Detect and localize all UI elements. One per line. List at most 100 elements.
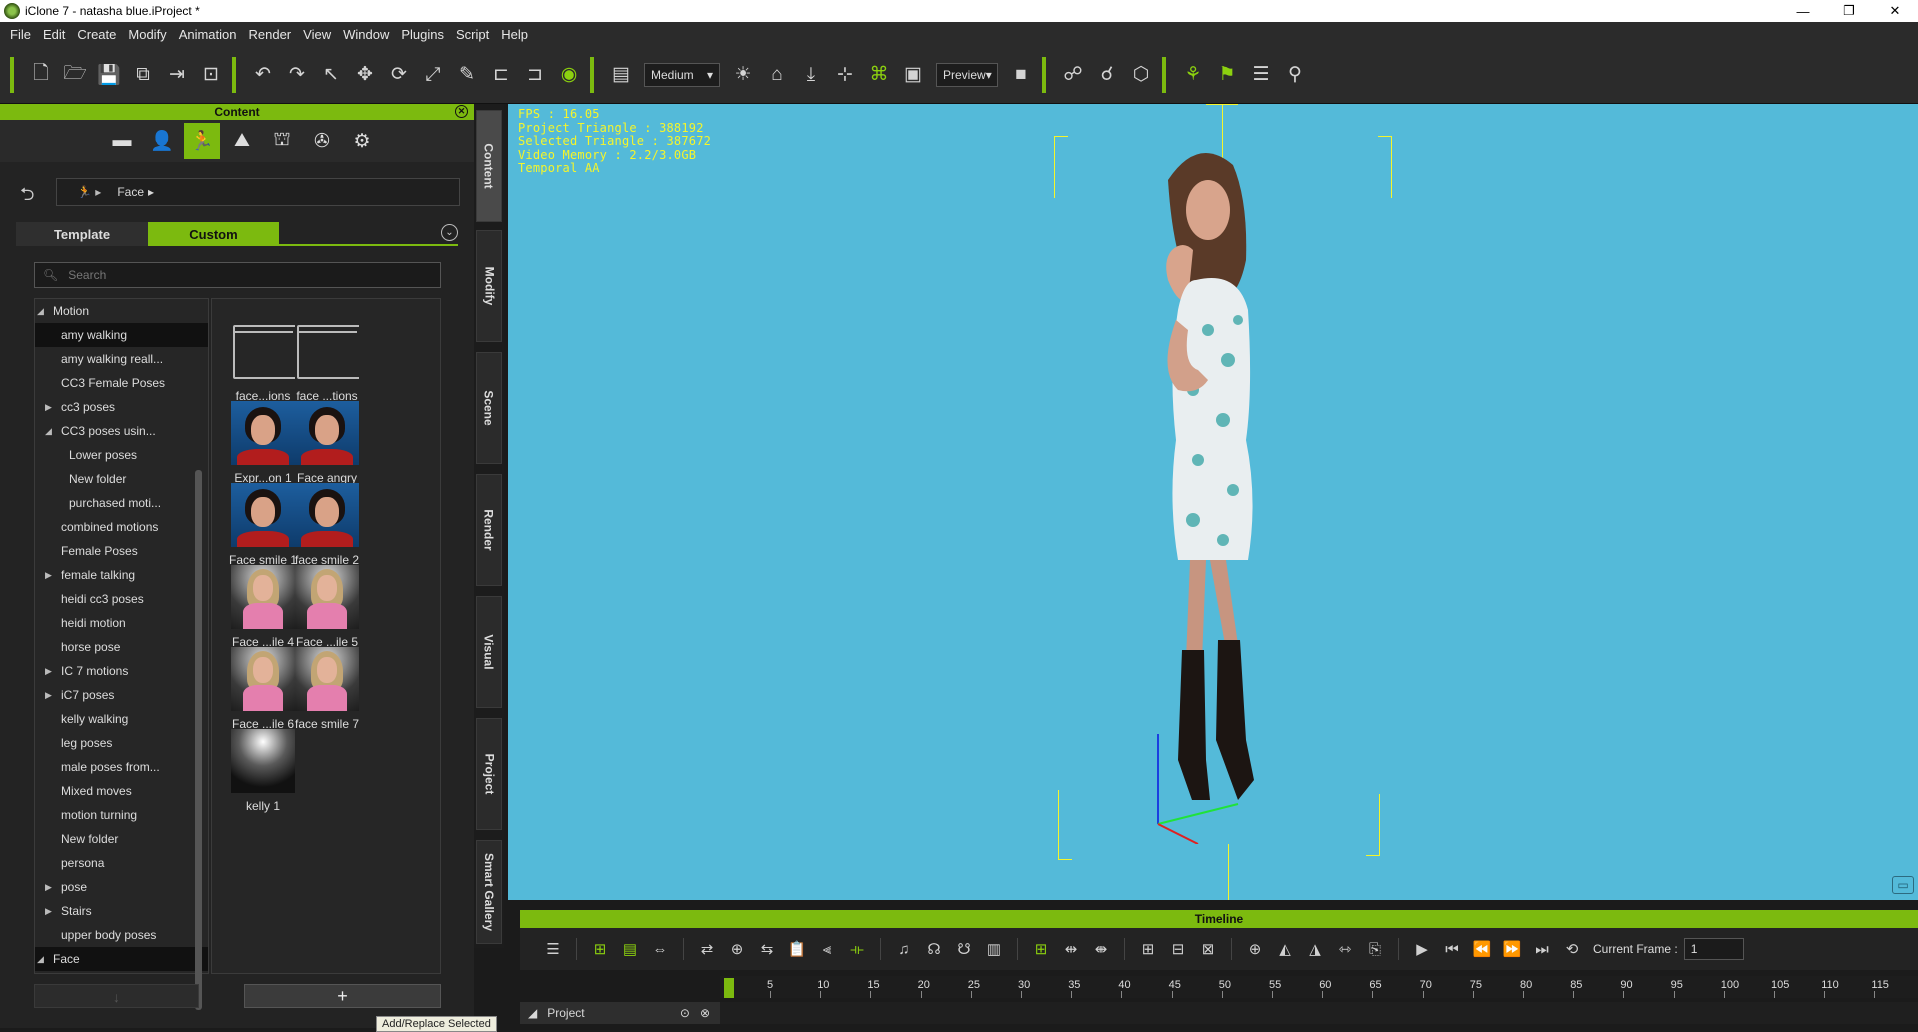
scale-icon[interactable]: ⤢ xyxy=(416,58,450,92)
home-camera-icon[interactable]: ⌂ xyxy=(760,58,794,92)
side-tab-modify[interactable]: Modify xyxy=(476,230,502,342)
track-close-icon[interactable]: ⊗ xyxy=(700,1006,710,1020)
current-frame-input[interactable]: 1 xyxy=(1683,938,1744,960)
tree-item[interactable]: purchased moti... xyxy=(35,491,208,515)
comment-icon[interactable]: ▭ xyxy=(1892,876,1914,894)
tree-item[interactable]: ▶ pose xyxy=(35,875,208,899)
go-start-icon[interactable]: ⏮ xyxy=(1437,934,1467,964)
tree-item[interactable]: kelly walking xyxy=(35,707,208,731)
expanded-triangle-icon[interactable]: ◢ xyxy=(45,419,52,443)
back-arrow-icon[interactable]: ⮌ xyxy=(20,182,34,212)
menu-help[interactable]: Help xyxy=(495,27,534,42)
motion-root-icon[interactable]: 🏃 ▸ xyxy=(77,185,101,199)
redo-icon[interactable]: ↷ xyxy=(280,58,314,92)
key-icon[interactable]: ▤ xyxy=(615,934,645,964)
tree-item[interactable]: heidi cc3 poses xyxy=(35,587,208,611)
delete-frame-icon[interactable]: ⊟ xyxy=(1163,934,1193,964)
mirror-right-icon[interactable]: ◮ xyxy=(1300,934,1330,964)
tree-item[interactable]: ◢ Motion xyxy=(35,299,208,323)
media-icon[interactable]: ✇ xyxy=(304,123,340,159)
rotate-icon[interactable]: ⟳ xyxy=(382,58,416,92)
export-icon[interactable]: ⇥ xyxy=(160,58,194,92)
clip-icon[interactable]: ⊞ xyxy=(585,934,615,964)
tree-item[interactable]: amy walking xyxy=(35,323,208,347)
breadcrumb-face[interactable]: Face xyxy=(117,185,144,199)
sync-icon[interactable]: ⟛ xyxy=(842,934,872,964)
stretch-icon[interactable]: ⇹ xyxy=(1056,934,1086,964)
content-item[interactable]: kelly 1 xyxy=(226,729,300,813)
visibility-eye-icon[interactable]: ◉ xyxy=(552,58,586,92)
menu-animation[interactable]: Animation xyxy=(173,27,243,42)
collapse-triangle-icon[interactable]: ◢ xyxy=(528,1006,537,1020)
clipboard-icon[interactable]: 📋 xyxy=(782,934,812,964)
tab-template[interactable]: Template xyxy=(16,222,148,246)
tab-custom[interactable]: Custom xyxy=(148,222,279,246)
pick-parent-icon[interactable]: ✎ xyxy=(450,58,484,92)
fit-timeline-icon[interactable]: ⇿ xyxy=(1330,934,1360,964)
expanded-triangle-icon[interactable]: ◢ xyxy=(37,947,44,971)
tree-item[interactable]: ▶ IC 7 motions xyxy=(35,659,208,683)
menu-modify[interactable]: Modify xyxy=(122,27,172,42)
usd-export-icon[interactable]: ⊡ xyxy=(194,58,228,92)
side-tab-visual[interactable]: Visual xyxy=(476,596,502,708)
undo-icon[interactable]: ↶ xyxy=(246,58,280,92)
add-key-icon[interactable]: ⊕ xyxy=(722,934,752,964)
tree-item[interactable]: heidi motion xyxy=(35,611,208,635)
ik-icon[interactable]: ⌘ xyxy=(862,58,896,92)
motion-layer-icon[interactable]: ⚘ xyxy=(1176,58,1210,92)
drop-to-floor-icon[interactable]: ⤓ xyxy=(794,58,828,92)
frame-selected-icon[interactable]: ⊹ xyxy=(828,58,862,92)
edit-motion-icon[interactable]: ☰ xyxy=(1244,58,1278,92)
tree-item[interactable]: Mixed moves xyxy=(35,779,208,803)
render-mode-dropdown[interactable]: Preview ▾ xyxy=(936,62,998,87)
transform-gizmo[interactable] xyxy=(1148,704,1268,844)
menu-view[interactable]: View xyxy=(297,27,337,42)
select-arrow-icon[interactable]: ↖ xyxy=(314,58,348,92)
tree-item[interactable]: ◢ Face xyxy=(35,947,208,971)
align-icon[interactable]: ⊏ xyxy=(484,58,518,92)
tree-item[interactable]: ▶ female talking xyxy=(35,563,208,587)
fit-icon[interactable]: ⇼ xyxy=(1086,934,1116,964)
collapsed-triangle-icon[interactable]: ▶ xyxy=(45,899,52,923)
menu-script[interactable]: Script xyxy=(450,27,495,42)
move-icon[interactable]: ✥ xyxy=(348,58,382,92)
open-folder-icon[interactable]: 🗁 xyxy=(58,58,92,92)
tree-item[interactable]: ▶ cc3 poses xyxy=(35,395,208,419)
quality-dropdown[interactable]: Medium ▾ xyxy=(644,62,720,87)
split-icon[interactable]: ⫷ xyxy=(812,934,842,964)
3d-viewport[interactable]: FPS : 16.05 Project Triangle : 388192 Se… xyxy=(508,104,1918,900)
range-icon[interactable]: ⊠ xyxy=(1193,934,1223,964)
tree-item[interactable]: persona xyxy=(35,851,208,875)
mirror-left-icon[interactable]: ◭ xyxy=(1270,934,1300,964)
tree-item[interactable]: ◢ CC3 poses usin... xyxy=(35,419,208,443)
folder-item[interactable]: face...ions xyxy=(226,319,300,403)
side-tab-project[interactable]: Project xyxy=(476,718,502,830)
content-item[interactable]: face smile 7 xyxy=(290,647,364,731)
content-item[interactable]: Face angry xyxy=(290,401,364,485)
collapsed-triangle-icon[interactable]: ▶ xyxy=(45,875,52,899)
insert-frame-icon[interactable]: ⊞ xyxy=(1133,934,1163,964)
track-list-icon[interactable]: ☰ xyxy=(538,934,568,964)
tree-item[interactable]: amy walking reall... xyxy=(35,347,208,371)
physics-icon[interactable]: ⬡ xyxy=(1124,58,1158,92)
tree-item[interactable]: CC3 Female Poses xyxy=(35,371,208,395)
collapsed-triangle-icon[interactable]: ▶ xyxy=(45,395,52,419)
animation-icon[interactable]: 🏃 xyxy=(184,123,220,159)
tree-item[interactable]: ▶ iC7 poses xyxy=(35,683,208,707)
timeline-ruler[interactable]: 5 10 15 20 25 30 35 40 45 50 55 60 65 70 75 80 85 90 95 100… xyxy=(720,976,1918,998)
tree-item[interactable]: New folder xyxy=(35,467,208,491)
flag-icon[interactable]: ⚑ xyxy=(1210,58,1244,92)
tree-item[interactable]: upper body poses xyxy=(35,923,208,947)
folder-item[interactable]: face ...tions xyxy=(290,319,364,403)
save-icon[interactable]: 💾 xyxy=(92,58,126,92)
close-panel-icon[interactable]: ✕ xyxy=(455,105,468,118)
light-icon[interactable]: ☀ xyxy=(726,58,760,92)
actor-icon[interactable]: 👤 xyxy=(144,123,180,159)
add-button[interactable]: + xyxy=(244,984,441,1008)
tree-item[interactable]: Lower poses xyxy=(35,443,208,467)
motion-puppet-icon[interactable]: ☍ xyxy=(1056,58,1090,92)
next-frame-icon[interactable]: ⏩ xyxy=(1497,934,1527,964)
close-window-button[interactable]: ✕ xyxy=(1872,0,1918,22)
download-arrow-icon[interactable]: ↓ xyxy=(34,984,199,1008)
tree-item[interactable]: motion turning xyxy=(35,803,208,827)
